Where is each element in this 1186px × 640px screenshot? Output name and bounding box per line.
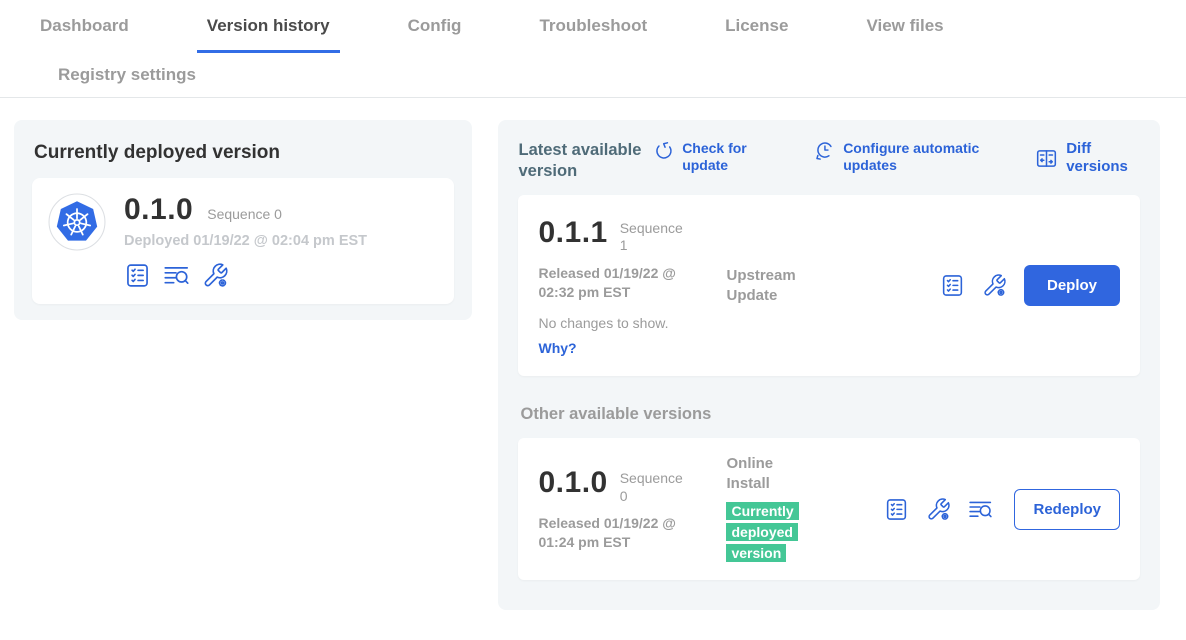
latest-sequence-label: Sequence 1 xyxy=(620,216,690,255)
config-wrench-icon[interactable] xyxy=(982,273,1007,298)
tab-registry-settings[interactable]: Registry settings xyxy=(48,65,206,85)
tab-license[interactable]: License xyxy=(715,16,798,53)
nav-row-primary: Dashboard Version history Config Trouble… xyxy=(30,0,1186,53)
version-card-other: 0.1.0 Sequence 0 Released 01/19/22 @ 01:… xyxy=(518,438,1140,580)
latest-version-number: 0.1.1 xyxy=(538,216,607,249)
check-for-update-link[interactable]: Check for update xyxy=(653,140,762,174)
main-content: Currently deployed version xyxy=(0,98,1186,610)
configure-automatic-updates-label: Configure automatic updates xyxy=(843,140,983,174)
kubernetes-logo-icon xyxy=(48,193,106,251)
configure-automatic-updates-link[interactable]: Configure automatic updates xyxy=(814,140,983,174)
deploy-logs-icon[interactable] xyxy=(968,497,993,522)
preflight-checklist-icon[interactable] xyxy=(124,262,151,289)
diff-versions-link[interactable]: Diff versions xyxy=(1035,140,1138,177)
deployed-sequence-label: Sequence 0 xyxy=(207,206,282,222)
other-available-versions-title: Other available versions xyxy=(520,405,1140,424)
redeploy-button[interactable]: Redeploy xyxy=(1014,489,1120,530)
available-versions-panel: Latest available version Check for updat… xyxy=(498,120,1160,610)
deployed-version-details: 0.1.0 Sequence 0 Deployed 01/19/22 @ 02:… xyxy=(124,193,367,289)
why-link[interactable]: Why? xyxy=(538,340,726,356)
config-wrench-icon[interactable] xyxy=(926,497,951,522)
other-sequence-label: Sequence 0 xyxy=(620,466,690,505)
no-changes-text: No changes to show. xyxy=(538,315,726,331)
other-version-info: 0.1.0 Sequence 0 Released 01/19/22 @ 01:… xyxy=(538,466,726,552)
header-actions: Check for update Configure automatic upd… xyxy=(653,140,1138,177)
deploy-logs-icon[interactable] xyxy=(163,262,190,289)
config-wrench-icon[interactable] xyxy=(202,262,229,289)
currently-deployed-title: Currently deployed version xyxy=(34,142,454,164)
diff-icon xyxy=(1035,147,1058,170)
top-nav: Dashboard Version history Config Trouble… xyxy=(0,0,1186,98)
currently-deployed-badge: Currently deployed version xyxy=(726,502,798,562)
latest-available-title: Latest available version xyxy=(518,140,653,181)
latest-actions: Deploy xyxy=(940,265,1120,306)
preflight-checklist-icon[interactable] xyxy=(884,497,909,522)
currently-deployed-badge-wrap: Currently deployed version xyxy=(726,501,800,564)
tab-dashboard[interactable]: Dashboard xyxy=(30,16,139,53)
diff-versions-label: Diff versions xyxy=(1066,140,1138,177)
tab-version-history[interactable]: Version history xyxy=(197,16,340,53)
other-source-column: Online Install Currently deployed versio… xyxy=(726,454,884,564)
tab-troubleshoot[interactable]: Troubleshoot xyxy=(529,16,657,53)
latest-source-column: Upstream Update xyxy=(726,266,884,305)
other-actions: Redeploy xyxy=(884,489,1120,530)
deployed-timestamp: Deployed 01/19/22 @ 02:04 pm EST xyxy=(124,233,367,249)
tab-config[interactable]: Config xyxy=(398,16,472,53)
deploy-button[interactable]: Deploy xyxy=(1024,265,1120,306)
preflight-checklist-icon[interactable] xyxy=(940,273,965,298)
latest-version-info: 0.1.1 Sequence 1 Released 01/19/22 @ 02:… xyxy=(538,216,726,356)
schedule-icon xyxy=(814,140,835,161)
other-version-number: 0.1.0 xyxy=(538,466,607,499)
deployed-version-card: 0.1.0 Sequence 0 Deployed 01/19/22 @ 02:… xyxy=(32,178,454,304)
latest-source-label: Upstream Update xyxy=(726,266,816,305)
version-card-latest: 0.1.1 Sequence 1 Released 01/19/22 @ 02:… xyxy=(518,195,1140,376)
available-versions-header: Latest available version Check for updat… xyxy=(518,138,1140,181)
tab-view-files[interactable]: View files xyxy=(856,16,953,53)
nav-row-secondary: Registry settings xyxy=(30,53,1186,97)
other-released-timestamp: Released 01/19/22 @ 01:24 pm EST xyxy=(538,514,710,552)
deployed-version-number: 0.1.0 xyxy=(124,193,193,226)
refresh-icon xyxy=(653,140,674,161)
latest-released-timestamp: Released 01/19/22 @ 02:32 pm EST xyxy=(538,264,710,302)
other-source-label: Online Install xyxy=(726,454,816,493)
check-for-update-label: Check for update xyxy=(682,140,762,174)
currently-deployed-panel: Currently deployed version xyxy=(14,120,472,320)
